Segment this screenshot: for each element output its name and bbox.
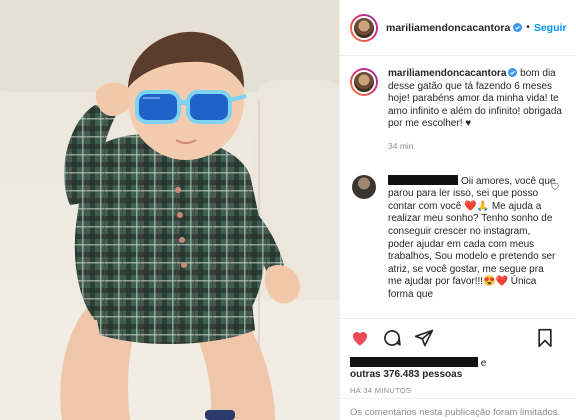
follow-button[interactable]: Seguir bbox=[534, 22, 567, 34]
post-timestamp: HÁ 34 MINUTOS bbox=[350, 386, 412, 395]
redacted-liker bbox=[350, 357, 478, 367]
caption: mariliamendoncacantora bom dia desse gat… bbox=[350, 68, 566, 153]
caption-avatar[interactable] bbox=[350, 68, 378, 96]
redacted-username bbox=[388, 174, 458, 185]
caption-time: 34 min bbox=[388, 140, 414, 151]
comment-text: Oii amores, você que parou para ler isso… bbox=[388, 175, 556, 300]
author-username[interactable]: mariliamendoncacantora bbox=[386, 22, 510, 34]
comments-limited-notice: Os comentários nesta publicação foram li… bbox=[340, 398, 576, 418]
bookmark-icon[interactable] bbox=[536, 328, 554, 348]
post-photo[interactable] bbox=[0, 0, 339, 420]
caption-body: mariliamendoncacantora bom dia desse gat… bbox=[388, 68, 566, 153]
comment-icon[interactable] bbox=[382, 328, 402, 348]
post-header: mariliamendoncacantora • Seguir bbox=[340, 0, 576, 56]
verified-icon bbox=[513, 23, 523, 32]
author-avatar[interactable] bbox=[350, 13, 378, 42]
likes-others[interactable]: outras 376.483 pessoas bbox=[350, 369, 462, 380]
comment-item: Oii amores, você que parou para ler isso… bbox=[350, 174, 566, 302]
share-icon[interactable] bbox=[414, 328, 434, 348]
commenter-avatar[interactable] bbox=[352, 174, 376, 199]
baby-illustration bbox=[60, 31, 300, 420]
post-side-panel: mariliamendoncacantora • Seguir mariliam… bbox=[339, 0, 576, 420]
likes-count[interactable]: e outras 376.483 pessoas bbox=[350, 357, 566, 380]
heart-icon[interactable] bbox=[350, 328, 370, 348]
comments-area[interactable]: mariliamendoncacantora bom dia desse gat… bbox=[340, 56, 576, 318]
likes-connector: e bbox=[480, 358, 487, 369]
separator-dot: • bbox=[526, 22, 530, 33]
small-heart-icon[interactable] bbox=[550, 181, 560, 194]
caption-username[interactable]: mariliamendoncacantora bbox=[388, 68, 506, 79]
action-bar: e outras 376.483 pessoas HÁ 34 MINUTOS bbox=[340, 318, 576, 395]
comment-body: Oii amores, você que parou para ler isso… bbox=[388, 174, 558, 302]
